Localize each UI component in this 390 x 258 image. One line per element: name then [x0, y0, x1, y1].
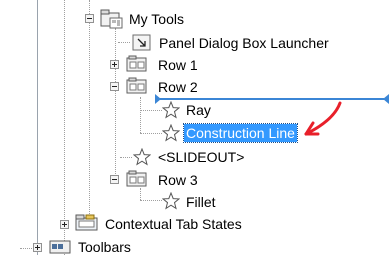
collapse-toggle[interactable]	[110, 82, 119, 91]
expand-toggle[interactable]	[110, 60, 119, 69]
tree-guide-line	[140, 97, 141, 133]
tree-guide-line	[89, 0, 90, 226]
tree-connector	[140, 133, 162, 134]
annotation-arrow-icon	[296, 98, 348, 143]
tree-guide-line	[37, 0, 38, 255]
tree-guide-line	[64, 0, 65, 255]
command-star-icon	[161, 191, 181, 213]
tree-connector	[118, 42, 130, 43]
collapse-toggle[interactable]	[110, 175, 119, 184]
row-icon	[126, 77, 148, 98]
insert-indicator-right-cap	[383, 94, 389, 104]
tree-connector	[140, 110, 162, 111]
tree-item-toolbars[interactable]: Toolbars	[78, 238, 131, 256]
tree-item-panel-dialog-box-launcher[interactable]: Panel Dialog Box Launcher	[159, 34, 329, 52]
collapse-toggle[interactable]	[85, 14, 94, 23]
toolbars-icon	[49, 239, 71, 258]
expand-toggle[interactable]	[33, 243, 42, 252]
tree-item-row-2[interactable]: Row 2	[158, 78, 198, 96]
command-star-icon	[132, 147, 152, 169]
tree-item-fillet[interactable]: Fillet	[186, 193, 216, 211]
tree-connector	[120, 157, 132, 158]
row-icon	[126, 55, 148, 76]
contextual-tab-states-icon	[75, 214, 99, 235]
tree-connector	[20, 248, 32, 249]
command-star-icon	[161, 123, 181, 145]
insert-indicator-line	[160, 98, 384, 100]
tree-item-my-tools[interactable]: My Tools	[129, 10, 184, 28]
tree-item-contextual-tab-states[interactable]: Contextual Tab States	[105, 215, 242, 233]
command-star-icon	[161, 100, 181, 122]
tree-item-construction-line[interactable]: Construction Line	[183, 123, 298, 143]
expand-toggle[interactable]	[60, 220, 69, 229]
toolset-folder-icon	[100, 9, 124, 32]
tree-item-row-1[interactable]: Row 1	[158, 56, 198, 74]
tree-guide-line	[115, 28, 116, 180]
tree-connector	[140, 200, 162, 201]
tree-item-row-3[interactable]: Row 3	[158, 171, 198, 189]
row-icon	[126, 170, 148, 191]
dialog-launcher-icon	[132, 34, 152, 55]
tree-item-ray[interactable]: Ray	[186, 101, 211, 119]
tree-item-slideout[interactable]: <SLIDEOUT>	[158, 148, 244, 166]
